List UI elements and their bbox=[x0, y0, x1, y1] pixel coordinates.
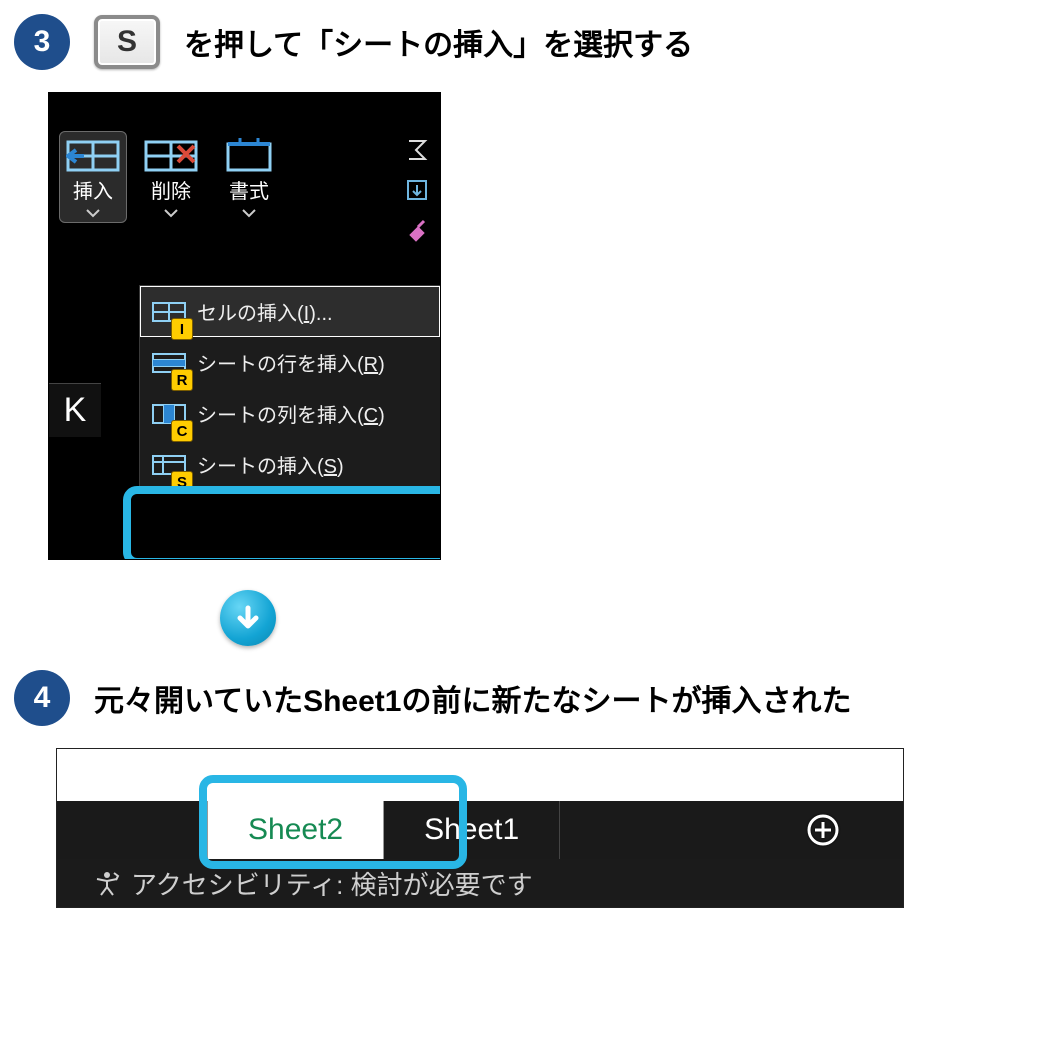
insert-cells-icon bbox=[66, 136, 120, 176]
status-bar: アクセシビリティ: 検討が必要です bbox=[57, 859, 903, 907]
ribbon-button-row: 挿入 削除 bbox=[49, 93, 440, 255]
insert-dropdown-menu: セルの挿入(I)... I シートの行を挿入(R) R シートの列を挿入(C) … bbox=[139, 285, 441, 491]
sheet-tab-sheet2[interactable]: Sheet2 bbox=[207, 801, 384, 859]
menu-item-insert-rows[interactable]: シートの行を挿入(R) R bbox=[140, 337, 440, 388]
status-text: アクセシビリティ: 検討が必要です bbox=[131, 865, 533, 902]
down-arrow-icon bbox=[220, 590, 276, 646]
fill-icon[interactable] bbox=[404, 177, 430, 203]
new-sheet-button[interactable] bbox=[783, 801, 863, 859]
step-4-header: 4 元々開いていたSheet1の前に新たなシートが挿入された bbox=[14, 670, 1039, 726]
chevron-down-icon bbox=[86, 208, 100, 218]
delete-cells-icon bbox=[144, 136, 198, 176]
sheet-tab-sheet1[interactable]: Sheet1 bbox=[384, 801, 560, 859]
step-3-header: 3 S を押して「シートの挿入」を選択する bbox=[14, 14, 1039, 70]
step-4-number: 4 bbox=[14, 670, 70, 726]
autosum-icon[interactable] bbox=[404, 137, 430, 163]
accessibility-icon bbox=[93, 869, 121, 897]
menu-item-insert-sheet[interactable]: シートの挿入(S) S bbox=[140, 439, 440, 490]
keycap-s: S bbox=[94, 15, 160, 69]
menu-label: シートの挿入(S) bbox=[197, 450, 344, 479]
chevron-down-icon bbox=[242, 208, 256, 218]
ribbon-insert-label: 挿入 bbox=[73, 182, 113, 202]
highlight-insert-sheet bbox=[123, 486, 441, 560]
keytip-s: S bbox=[171, 471, 193, 493]
sheet-tabs-screenshot: Sheet2 Sheet1 アクセシビリティ: 検討が必要です bbox=[56, 748, 904, 908]
ribbon-edit-group bbox=[404, 131, 430, 243]
step-3-number: 3 bbox=[14, 14, 70, 70]
menu-item-insert-cells[interactable]: セルの挿入(I)... I bbox=[140, 286, 440, 337]
ribbon-screenshot: 挿入 削除 bbox=[48, 92, 441, 560]
ribbon-delete-button[interactable]: 削除 bbox=[137, 131, 205, 223]
plus-circle-icon bbox=[806, 813, 840, 847]
menu-item-insert-cols[interactable]: シートの列を挿入(C) C bbox=[140, 388, 440, 439]
left-k-label: K bbox=[49, 383, 101, 437]
ribbon-format-button[interactable]: 書式 bbox=[215, 131, 283, 223]
ribbon-format-label: 書式 bbox=[229, 182, 269, 202]
chevron-down-icon bbox=[164, 208, 178, 218]
clear-icon[interactable] bbox=[404, 217, 430, 243]
sheet-tabs-row: Sheet2 Sheet1 bbox=[57, 795, 903, 859]
ribbon-delete-label: 削除 bbox=[151, 182, 191, 202]
format-cells-icon bbox=[222, 136, 276, 176]
menu-label: セルの挿入(I)... bbox=[197, 297, 333, 326]
ribbon-insert-button[interactable]: 挿入 bbox=[59, 131, 127, 223]
step-4-text: 元々開いていたSheet1の前に新たなシートが挿入された bbox=[94, 676, 851, 720]
step-3-text: を押して「シートの挿入」を選択する bbox=[184, 20, 693, 64]
menu-label: シートの列を挿入(C) bbox=[197, 399, 385, 428]
menu-label: シートの行を挿入(R) bbox=[197, 348, 385, 377]
